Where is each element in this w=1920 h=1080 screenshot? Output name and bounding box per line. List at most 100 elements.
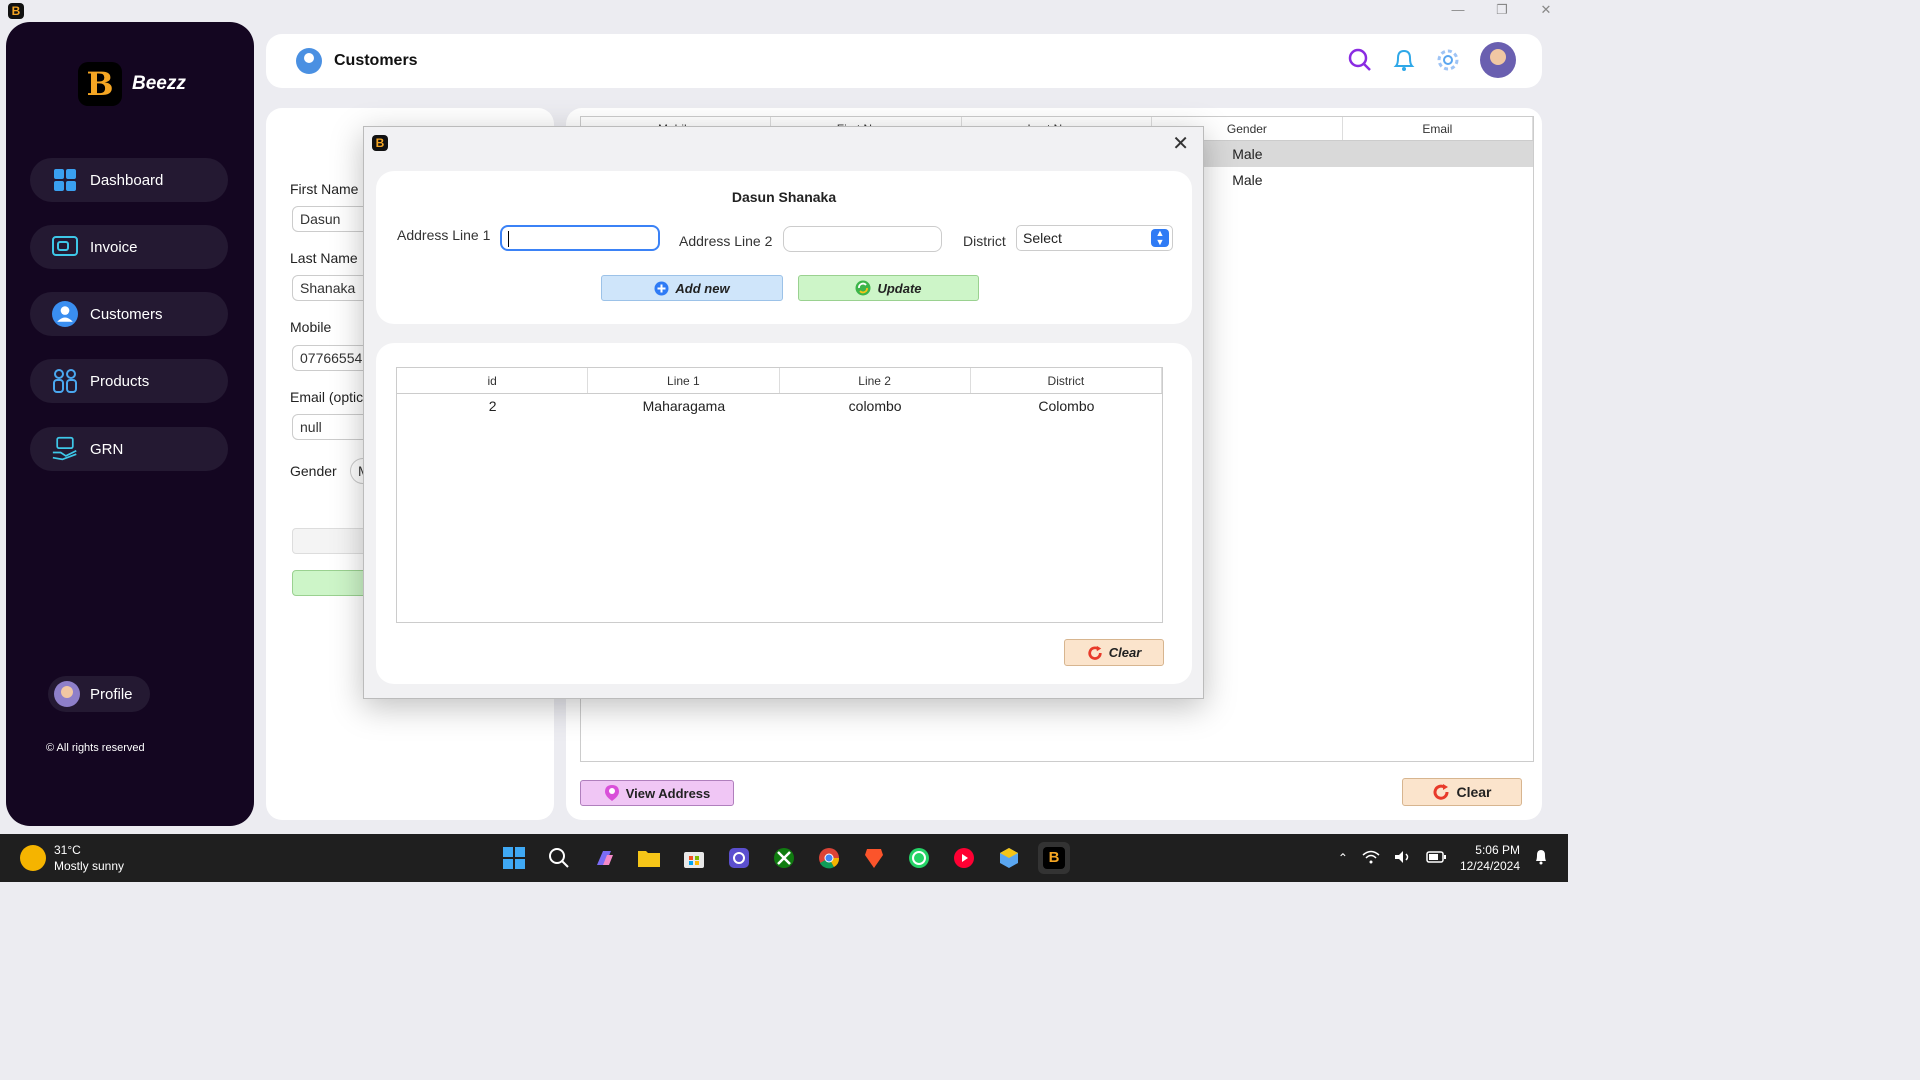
update-address-button[interactable]: Update (798, 275, 979, 301)
plus-circle-icon (654, 281, 669, 295)
bell-icon[interactable] (1392, 48, 1416, 72)
page-header: Customers (266, 34, 1542, 88)
view-address-button[interactable]: View Address (580, 780, 734, 806)
first-name-label: First Name (290, 181, 359, 197)
store-icon[interactable] (678, 842, 710, 874)
chevron-updown-icon: ▲ ▼ (1151, 229, 1169, 247)
sidebar-item-grn[interactable]: GRN (30, 427, 228, 471)
sidebar-item-dashboard[interactable]: Dashboard (30, 158, 228, 202)
search-icon[interactable] (1348, 48, 1372, 72)
taskbar: 31°C Mostly sunny B ⌃ 5:06 PM 12/24/2024 (0, 834, 1568, 882)
sidebar-item-label: Products (90, 372, 150, 390)
sync-icon (855, 280, 871, 296)
id-cell: 2 (488, 398, 497, 414)
column-header[interactable]: Line 1 (588, 368, 780, 393)
file-explorer-icon[interactable] (633, 842, 665, 874)
district-label: District (963, 233, 1006, 249)
column-header[interactable]: District (971, 368, 1162, 393)
customer-icon (52, 301, 78, 327)
close-icon[interactable]: ✕ (1172, 131, 1189, 156)
refresh-icon (1434, 784, 1449, 800)
last-name-label: Last Name (290, 250, 358, 266)
sidebar: B Beezz Dashboard Invoice Customers Prod… (6, 22, 254, 826)
clear-address-button[interactable]: Clear (1064, 639, 1164, 666)
sidebar-item-products[interactable]: Products (30, 359, 228, 403)
sidebar-item-invoice[interactable]: Invoice (30, 225, 228, 269)
address-line1-input[interactable] (500, 225, 660, 251)
dashboard-icon (52, 167, 78, 193)
column-header[interactable]: Email (1343, 117, 1534, 140)
user-avatar[interactable] (1480, 42, 1516, 78)
sun-icon (20, 845, 46, 871)
weather-condition: Mostly sunny (54, 859, 125, 873)
line1-cell: Maharagama (642, 398, 726, 414)
district-cell: Colombo (1038, 398, 1095, 414)
brave-icon[interactable] (858, 842, 890, 874)
mobile-label: Mobile (290, 319, 332, 335)
app-logo: B Beezz (78, 62, 186, 106)
weather-widget[interactable]: 31°C Mostly sunny (20, 842, 124, 874)
address-line1-label: Address Line 1 (397, 227, 491, 243)
address-line2-label: Address Line 2 (679, 233, 773, 249)
dialog-app-icon: B (372, 135, 388, 151)
youtube-music-icon[interactable] (948, 842, 980, 874)
address-dialog: B ✕ Dasun Shanaka Address Line 1 Address… (363, 126, 1204, 699)
clock[interactable]: 5:06 PM 12/24/2024 (1460, 842, 1520, 874)
column-header[interactable]: Line 2 (780, 368, 971, 393)
notification-bell-icon[interactable] (1534, 849, 1548, 868)
dev-tool-icon[interactable] (993, 842, 1025, 874)
location-pin-icon (604, 785, 619, 801)
refresh-icon (1088, 645, 1102, 660)
email-label: Email (optic (290, 389, 364, 405)
photos-app-icon[interactable] (723, 842, 755, 874)
beezz-app-icon[interactable]: B (1038, 842, 1070, 874)
address-table-card: id Line 1 Line 2 District 2 Maharagama c… (376, 343, 1192, 684)
system-tray: ⌃ 5:06 PM 12/24/2024 (1338, 842, 1548, 874)
customer-icon (296, 48, 322, 74)
restore-icon[interactable]: ❐ (1494, 2, 1510, 18)
table-row[interactable]: 2 Maharagama colombo Colombo (397, 394, 1162, 418)
temperature: 31°C (54, 843, 81, 857)
profile-label: Profile (90, 685, 133, 703)
gear-icon[interactable] (1436, 48, 1460, 72)
taskbar-apps: B (498, 842, 1070, 874)
windows-start-icon[interactable] (498, 842, 530, 874)
battery-icon[interactable] (1426, 850, 1446, 866)
products-icon (52, 368, 78, 394)
page-title: Customers (334, 52, 418, 69)
copilot-icon[interactable] (588, 842, 620, 874)
invoice-icon (52, 234, 78, 260)
table-header: id Line 1 Line 2 District (397, 368, 1162, 394)
avatar (54, 681, 80, 707)
address-table[interactable]: id Line 1 Line 2 District 2 Maharagama c… (396, 367, 1163, 623)
sidebar-item-label: Dashboard (90, 171, 164, 189)
column-header[interactable]: id (397, 368, 589, 393)
search-icon[interactable] (543, 842, 575, 874)
close-window-icon[interactable]: ✕ (1538, 2, 1554, 18)
district-select[interactable]: Select ▲ ▼ (1016, 225, 1173, 251)
gender-label: Gender (290, 463, 337, 479)
sidebar-item-label: Invoice (90, 238, 138, 256)
sidebar-item-label: Customers (90, 305, 163, 323)
beezz-logo-icon: B (78, 62, 122, 106)
minimize-icon[interactable]: — (1450, 2, 1466, 18)
customer-name: Dasun Shanaka (731, 189, 837, 205)
whatsapp-icon[interactable] (903, 842, 935, 874)
grn-icon (52, 436, 78, 462)
app-name: Beezz (132, 73, 186, 94)
address-line2-input[interactable] (783, 226, 942, 252)
profile-button[interactable]: Profile (48, 676, 150, 712)
xbox-icon[interactable] (768, 842, 800, 874)
volume-icon[interactable] (1394, 850, 1412, 867)
chrome-icon[interactable] (813, 842, 845, 874)
chevron-up-icon[interactable]: ⌃ (1338, 851, 1348, 865)
add-new-address-button[interactable]: Add new (601, 275, 783, 301)
sidebar-item-customers[interactable]: Customers (30, 292, 228, 336)
app-window-icon: B (8, 3, 24, 19)
address-form-card: Dasun Shanaka Address Line 1 Address Lin… (376, 171, 1192, 324)
line2-cell: colombo (848, 398, 902, 414)
wifi-icon[interactable] (1362, 850, 1380, 867)
sidebar-item-label: GRN (90, 440, 124, 458)
copyright-text: © All rights reserved (46, 742, 145, 754)
clear-button[interactable]: Clear (1402, 778, 1522, 806)
